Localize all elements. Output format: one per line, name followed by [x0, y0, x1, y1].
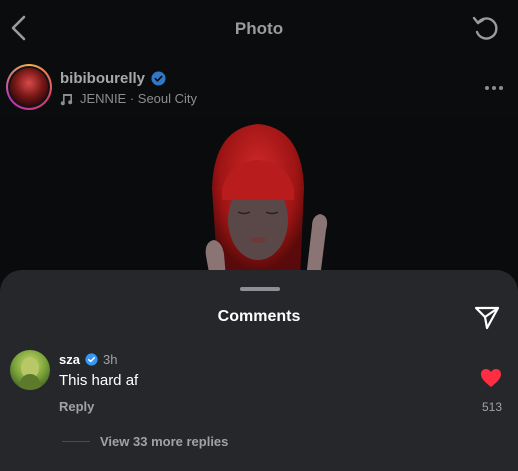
- top-bar: Photo: [0, 0, 518, 58]
- music-note-icon: [60, 93, 73, 105]
- drag-handle[interactable]: [240, 287, 280, 291]
- back-button[interactable]: [8, 12, 30, 44]
- comments-title: Comments: [217, 308, 301, 325]
- reply-button[interactable]: Reply: [59, 399, 94, 414]
- heart-icon: [481, 369, 501, 387]
- like-button[interactable]: [480, 368, 502, 388]
- comment-text: This hard af: [59, 372, 139, 389]
- refresh-button[interactable]: [470, 12, 502, 44]
- music-row[interactable]: JENNIE · Seoul City: [60, 91, 197, 106]
- view-replies-button[interactable]: View 33 more replies: [62, 434, 228, 449]
- comment-avatar[interactable]: [10, 350, 50, 390]
- screen: Photo bibibourelly JENNIE · Seoul City C…: [0, 0, 518, 471]
- photo-image: [0, 118, 518, 278]
- more-icon: [485, 86, 489, 90]
- post-photo[interactable]: [0, 118, 518, 278]
- send-icon: [474, 306, 500, 330]
- more-options-button[interactable]: [482, 80, 506, 96]
- music-label: JENNIE · Seoul City: [80, 91, 198, 106]
- comment-timestamp: 3h: [102, 352, 118, 367]
- verified-icon: [151, 71, 166, 86]
- refresh-icon: [472, 16, 498, 40]
- back-icon: [11, 15, 26, 41]
- like-count: 513: [481, 400, 502, 414]
- avatar[interactable]: [6, 64, 52, 110]
- page-title: Photo: [234, 19, 284, 38]
- post-header: bibibourelly JENNIE · Seoul City: [0, 62, 518, 116]
- share-button[interactable]: [472, 302, 502, 332]
- comment-item: sza 3h This hard af Reply 513: [0, 348, 518, 418]
- username-row: bibibourelly: [60, 70, 166, 87]
- comment-username[interactable]: sza: [59, 352, 80, 367]
- view-replies-label: View 33 more replies: [100, 434, 229, 449]
- post-username[interactable]: bibibourelly: [60, 70, 145, 87]
- comments-sheet: Comments sza 3h This hard af Reply 513 V…: [0, 270, 518, 471]
- comment-meta: sza 3h: [59, 352, 117, 367]
- verified-icon: [85, 353, 98, 366]
- replies-divider: [62, 441, 90, 442]
